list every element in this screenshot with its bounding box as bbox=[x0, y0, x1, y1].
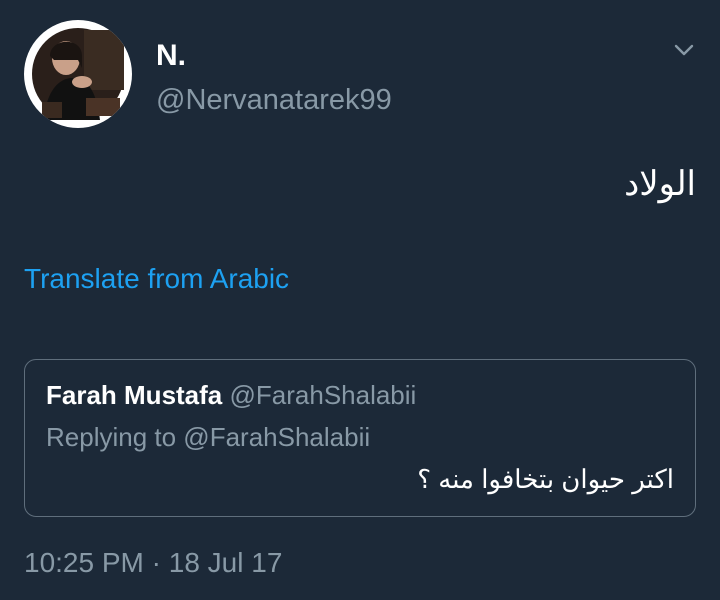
translate-link[interactable]: Translate from Arabic bbox=[24, 262, 289, 296]
quoted-author-display-name: Farah Mustafa bbox=[46, 380, 223, 410]
chevron-down-icon[interactable] bbox=[672, 38, 696, 62]
tweet-card: N. @Nervanatarek99 الولاد Translate from… bbox=[0, 0, 720, 600]
timestamp-time: 10:25 PM bbox=[24, 547, 144, 578]
author-display-name[interactable]: N. bbox=[156, 38, 186, 74]
avatar[interactable] bbox=[24, 20, 132, 128]
timestamp-separator: · bbox=[143, 547, 169, 578]
quoted-tweet[interactable]: Farah Mustafa @FarahShalabii Replying to… bbox=[24, 359, 696, 517]
tweet-timestamp[interactable]: 10:25 PM · 18 Jul 17 bbox=[24, 545, 282, 581]
avatar-photo bbox=[32, 28, 124, 120]
quoted-replying-to: Replying to @FarahShalabii bbox=[46, 422, 371, 452]
quoted-tweet-text: اكتر حيوان بتخافوا منه ؟ bbox=[417, 464, 674, 494]
tweet-text: الولاد bbox=[624, 165, 696, 203]
quoted-author-handle: @FarahShalabii bbox=[229, 380, 417, 410]
timestamp-date: 18 Jul 17 bbox=[168, 547, 283, 578]
author-handle[interactable]: @Nervanatarek99 bbox=[156, 82, 392, 118]
quoted-tweet-header: Farah Mustafa @FarahShalabii bbox=[46, 378, 416, 412]
